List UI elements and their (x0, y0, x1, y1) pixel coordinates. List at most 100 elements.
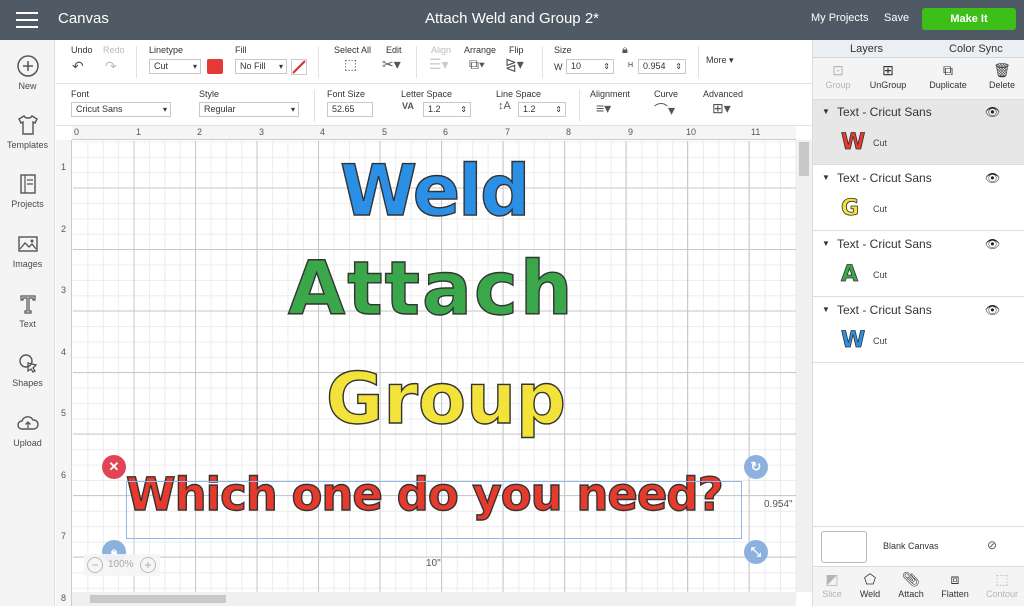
font-select[interactable]: Cricut Sans ▾ (71, 102, 171, 117)
ruler-tick-label: 1 (136, 127, 142, 137)
sidebar-item-images[interactable]: Images (0, 232, 55, 269)
attach-button[interactable]: 📎︎ Attach (886, 571, 936, 599)
width-input[interactable]: 10 ⇕ (566, 59, 614, 74)
no-fill-swatch-icon[interactable] (291, 59, 307, 75)
text-object-group[interactable]: Group (325, 357, 566, 440)
ruler-tick-label: 5 (382, 127, 388, 137)
layer-item[interactable]: ▼ Text - Cricut Sans 👁︎ W Cut (813, 100, 1024, 165)
curve-icon[interactable]: ⌒▾ (654, 100, 675, 120)
layer-operation[interactable]: Cut (873, 270, 887, 280)
rotate-handle-icon[interactable]: ↻ (744, 455, 768, 479)
contour-icon: ⬚ (995, 571, 1009, 587)
linetype-color-swatch[interactable] (207, 59, 223, 74)
horizontal-scrollbar[interactable] (72, 592, 796, 606)
eye-icon[interactable]: 👁︎ (985, 105, 1000, 119)
arrange-icon[interactable]: ⧉▾ (469, 56, 485, 73)
sidebar-label: Projects (11, 199, 44, 209)
sidebar-item-text[interactable]: Text (0, 292, 55, 329)
selection-bounding-box[interactable] (126, 481, 742, 539)
eye-icon[interactable]: 👁︎ (985, 237, 1000, 251)
tab-color-sync[interactable]: Color Sync (949, 43, 1003, 55)
ruler-tick-label: 4 (61, 347, 67, 357)
font-size-input[interactable]: 52.65 (327, 102, 373, 117)
flip-icon[interactable]: ⧎▾ (505, 56, 524, 73)
height-input[interactable]: 0.954 ⇕ (638, 59, 686, 74)
zoom-out-icon[interactable]: − (87, 557, 103, 573)
sidebar-item-templates[interactable]: Templates (0, 113, 55, 150)
make-it-button[interactable]: Make It (922, 8, 1016, 30)
my-projects-link[interactable]: My Projects (811, 12, 868, 24)
redo-icon[interactable]: ↷ (105, 58, 117, 75)
fill-select[interactable]: No Fill ▾ (235, 59, 287, 74)
text-object-attach[interactable]: Attach (287, 245, 575, 332)
hamburger-menu-icon[interactable] (16, 12, 38, 28)
eye-hidden-icon[interactable]: ⊘ (987, 538, 997, 552)
layer-operation[interactable]: Cut (873, 138, 887, 148)
contour-button[interactable]: ⬚ Contour (977, 571, 1024, 599)
fill-label: Fill (235, 45, 247, 55)
layer-title: Text - Cricut Sans (837, 237, 932, 251)
ungroup-button[interactable]: ⊞ UnGroup (863, 62, 913, 90)
sidebar-label: Text (19, 319, 36, 329)
more-label: More (706, 55, 727, 65)
caret-down-icon[interactable]: ▼ (822, 173, 830, 182)
sidebar-item-shapes[interactable]: Shapes (0, 351, 55, 388)
horizontal-scroll-thumb[interactable] (90, 595, 226, 603)
delete-label: Delete (988, 80, 1015, 90)
height-value: 0.954 (643, 61, 666, 71)
duplicate-button[interactable]: ⧉ Duplicate (923, 62, 973, 90)
blank-canvas-swatch[interactable] (821, 531, 867, 563)
zoom-in-icon[interactable]: + (140, 557, 156, 573)
caret-down-icon[interactable]: ▼ (822, 107, 830, 116)
layer-item[interactable]: ▼ Text - Cricut Sans 👁︎ W Cut (813, 298, 1024, 363)
resize-handle-icon[interactable]: ⤡ (744, 540, 768, 564)
edit-scissors-icon[interactable]: ✂▾ (382, 56, 401, 73)
group-button[interactable]: ⊡ Group (813, 62, 863, 90)
flatten-button[interactable]: ⧈ Flatten (930, 571, 980, 599)
vertical-scroll-thumb[interactable] (799, 142, 809, 176)
undo-icon[interactable]: ↶ (72, 58, 84, 75)
eye-icon[interactable]: 👁︎ (985, 171, 1000, 185)
caret-down-icon[interactable]: ▼ (822, 239, 830, 248)
align-icon[interactable]: ☰▾ (429, 56, 449, 73)
ruler-tick-label: 2 (61, 224, 67, 234)
linetype-select[interactable]: Cut ▾ (149, 59, 201, 74)
design-canvas[interactable]: 0 1 2 3 4 5 6 7 8 9 10 11 1 2 3 4 5 6 7 … (56, 126, 812, 606)
layer-item[interactable]: ▼ Text - Cricut Sans 👁︎ G Cut (813, 166, 1024, 231)
vertical-scrollbar[interactable] (796, 140, 812, 592)
delete-button[interactable]: 🗑︎ Delete (977, 62, 1024, 90)
ruler-tick-label: 3 (61, 285, 67, 295)
line-space-input[interactable]: 1.2 ⇕ (518, 102, 566, 117)
text-object-weld[interactable]: Weld (339, 149, 531, 232)
document-title[interactable]: Attach Weld and Group 2* (425, 10, 599, 27)
style-select[interactable]: Regular ▾ (199, 102, 299, 117)
layer-item[interactable]: ▼ Text - Cricut Sans 👁︎ A Cut (813, 232, 1024, 297)
layer-operation[interactable]: Cut (873, 204, 887, 214)
more-menu[interactable]: More ▾ (706, 55, 734, 66)
linetype-label: Linetype (149, 45, 184, 55)
sidebar-item-projects[interactable]: Projects (0, 172, 55, 209)
advanced-icon[interactable]: ⊞▾ (712, 100, 731, 117)
eye-icon[interactable]: 👁︎ (985, 303, 1000, 317)
group-label: Group (825, 80, 851, 90)
letter-space-input[interactable]: 1.2 ⇕ (423, 102, 471, 117)
lock-icon[interactable]: 🔒︎ (622, 44, 628, 57)
duplicate-icon: ⧉ (943, 62, 953, 78)
text-align-icon[interactable]: ≡▾ (596, 100, 611, 117)
blank-canvas-row[interactable]: Blank Canvas ⊘ (813, 526, 1024, 566)
sidebar-item-new[interactable]: New (0, 54, 55, 91)
ruler-tick-label: 7 (61, 531, 67, 541)
line-space-icon: ↕A (498, 100, 511, 112)
sidebar-label: Images (12, 259, 43, 269)
height-dimension-label: 0.954" (764, 499, 793, 510)
flatten-icon: ⧈ (950, 571, 960, 587)
sidebar-label: Upload (13, 438, 42, 448)
delete-handle-icon[interactable]: ✕ (102, 455, 126, 479)
sidebar-item-upload[interactable]: Upload (0, 411, 55, 448)
cloud-upload-icon (16, 416, 39, 430)
tab-layers[interactable]: Layers (850, 43, 883, 55)
select-all-icon[interactable]: ⬚ (344, 56, 357, 73)
layer-operation[interactable]: Cut (873, 336, 887, 346)
caret-down-icon[interactable]: ▼ (822, 305, 830, 314)
save-button[interactable]: Save (884, 12, 909, 24)
